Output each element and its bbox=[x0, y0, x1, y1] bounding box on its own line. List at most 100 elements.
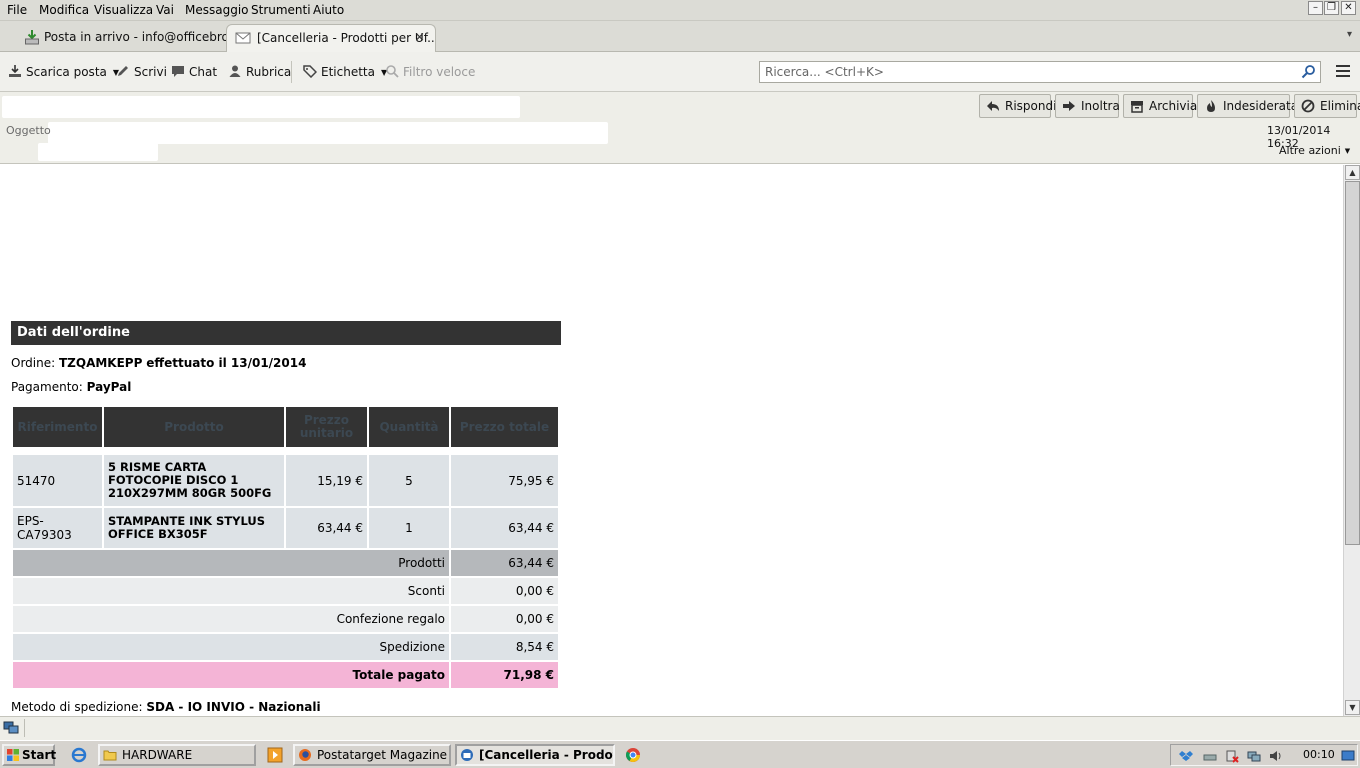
clock: 00:10 bbox=[1303, 748, 1335, 761]
tab-strip: Posta in arrivo - info@officebro... [Can… bbox=[0, 21, 1360, 52]
contacts-icon bbox=[229, 65, 241, 77]
summary-row-products: Prodotti 63,44 € bbox=[13, 550, 558, 576]
taskbar-item-label: [Cancelleria - Prodott... bbox=[479, 748, 613, 762]
status-divider bbox=[24, 719, 25, 737]
scroll-down-icon[interactable]: ▼ bbox=[1345, 700, 1360, 715]
write-button[interactable]: Scrivi bbox=[116, 64, 167, 82]
menu-aiuto[interactable]: Aiuto bbox=[313, 3, 344, 17]
firefox-icon bbox=[299, 749, 311, 761]
archive-button[interactable]: Archivia bbox=[1123, 94, 1197, 118]
search-icon[interactable] bbox=[1301, 64, 1316, 79]
column-header-quantita: Quantità bbox=[369, 407, 449, 447]
tab-inbox[interactable]: Posta in arrivo - info@officebro... bbox=[0, 24, 226, 52]
search-input[interactable]: Ricerca... <Ctrl+K> bbox=[759, 61, 1321, 83]
tab-message[interactable]: [Cancelleria - Prodotti per Uf... × bbox=[226, 24, 436, 52]
restore-window-icon[interactable]: ❐ bbox=[1324, 1, 1339, 15]
menu-vai[interactable]: Vai bbox=[156, 3, 174, 17]
summary-value: 0,00 € bbox=[451, 578, 558, 604]
menu-visualizza[interactable]: Visualizza bbox=[94, 3, 153, 17]
network-icon[interactable] bbox=[1247, 749, 1261, 763]
taskbar-item-thunderbird[interactable]: [Cancelleria - Prodott... bbox=[455, 744, 615, 766]
get-mail-button[interactable]: Scarica posta ▼ bbox=[8, 64, 119, 82]
reply-label: Rispondi bbox=[1005, 99, 1057, 113]
archive-label: Archivia bbox=[1149, 99, 1198, 113]
security-alert-icon[interactable] bbox=[1225, 749, 1239, 763]
block-icon bbox=[1301, 99, 1315, 113]
tab-message-label: [Cancelleria - Prodotti per Uf... bbox=[257, 31, 436, 45]
media-player-icon[interactable] bbox=[267, 747, 283, 763]
menu-messaggio[interactable]: Messaggio bbox=[185, 3, 249, 17]
menu-modifica[interactable]: Modifica bbox=[39, 3, 89, 17]
start-button[interactable]: Start bbox=[2, 744, 56, 766]
table-row: EPS-CA79303 STAMPANTE INK STYLUS OFFICE … bbox=[13, 508, 558, 548]
payment-line: Pagamento: PayPal bbox=[11, 380, 131, 394]
column-header-prodotto: Prodotto bbox=[104, 407, 284, 447]
flame-icon bbox=[1207, 100, 1215, 112]
scroll-up-icon[interactable]: ▲ bbox=[1345, 165, 1360, 180]
close-tab-icon[interactable]: × bbox=[414, 25, 425, 51]
app-menu-icon[interactable] bbox=[1336, 65, 1350, 77]
forward-arrow-icon bbox=[1063, 101, 1075, 111]
get-mail-label: Scarica posta bbox=[26, 65, 107, 79]
taskbar-item-label: Postatarget Magazine - ... bbox=[317, 748, 449, 762]
taskbar-item-hardware[interactable]: HARDWARE bbox=[98, 744, 256, 766]
chat-label: Chat bbox=[189, 65, 218, 79]
shipping-method: SDA - IO INVIO - Nazionali bbox=[146, 700, 321, 714]
download-icon bbox=[9, 65, 21, 77]
summary-row-discounts: Sconti 0,00 € bbox=[13, 578, 558, 604]
junk-button[interactable]: Indesiderata bbox=[1197, 94, 1298, 118]
chat-button[interactable]: Chat bbox=[171, 64, 217, 82]
reply-button[interactable]: Rispondi bbox=[979, 94, 1056, 118]
cell-product: STAMPANTE INK STYLUS OFFICE BX305F bbox=[104, 508, 284, 548]
more-actions-label: Altre azioni bbox=[1279, 144, 1341, 157]
address-book-button[interactable]: Rubrica bbox=[228, 64, 291, 82]
close-window-icon[interactable]: ✕ bbox=[1341, 1, 1356, 15]
cell-qty: 5 bbox=[369, 455, 449, 506]
more-actions-button[interactable]: Altre azioni ▼ bbox=[1279, 144, 1350, 157]
internet-explorer-icon[interactable] bbox=[71, 747, 87, 763]
vertical-scrollbar[interactable]: ▲ ▼ bbox=[1343, 165, 1360, 716]
order-section-title: Dati dell'ordine bbox=[11, 321, 561, 345]
cell-qty: 1 bbox=[369, 508, 449, 548]
tag-label: Etichetta bbox=[321, 65, 375, 79]
summary-row-shipping: Spedizione 8,54 € bbox=[13, 634, 558, 660]
order-prefix: Ordine: bbox=[11, 356, 56, 370]
write-label: Scrivi bbox=[134, 65, 167, 79]
tab-list-chevron-icon[interactable]: ▾ bbox=[1347, 29, 1352, 40]
tag-icon bbox=[303, 65, 317, 78]
chat-bubble-icon bbox=[172, 66, 184, 77]
forward-button[interactable]: Inoltra bbox=[1055, 94, 1120, 118]
delete-button[interactable]: Elimina bbox=[1294, 94, 1360, 118]
summary-label: Prodotti bbox=[13, 550, 449, 576]
cell-unit-price: 15,19 € bbox=[286, 455, 367, 506]
cell-product: 5 RISME CARTA FOTOCOPIE DISCO 1 210X297M… bbox=[104, 455, 284, 506]
shipping-method-line: Metodo di spedizione: SDA - IO INVIO - N… bbox=[11, 700, 321, 714]
status-bar bbox=[0, 716, 1360, 740]
minimize-window-icon[interactable]: – bbox=[1308, 1, 1323, 15]
menu-strumenti[interactable]: Strumenti bbox=[251, 3, 311, 17]
junk-label: Indesiderata bbox=[1223, 99, 1299, 113]
show-desktop-icon[interactable] bbox=[1341, 749, 1355, 763]
quick-filter-label: Filtro veloce bbox=[403, 65, 476, 79]
quick-filter-button[interactable]: Filtro veloce bbox=[385, 64, 475, 82]
dropbox-icon[interactable] bbox=[1179, 749, 1193, 763]
taskbar-item-postatarget[interactable]: Postatarget Magazine - ... bbox=[293, 744, 451, 766]
menu-file[interactable]: File bbox=[7, 3, 27, 17]
cell-ref: EPS-CA79303 bbox=[13, 508, 102, 548]
payment-prefix: Pagamento: bbox=[11, 380, 83, 394]
order-id: TZQAMKEPP bbox=[58, 356, 143, 370]
usb-drive-icon[interactable] bbox=[1203, 749, 1217, 763]
chevron-down-icon: ▼ bbox=[1344, 147, 1351, 155]
order-date: effettuato il 13/01/2014 bbox=[146, 356, 307, 370]
filter-search-icon bbox=[386, 65, 399, 78]
summary-label: Sconti bbox=[13, 578, 449, 604]
table-row: 51470 5 RISME CARTA FOTOCOPIE DISCO 1 21… bbox=[13, 455, 558, 506]
volume-icon[interactable] bbox=[1269, 749, 1283, 763]
system-tray: 00:10 bbox=[1170, 744, 1358, 766]
thunderbird-icon bbox=[461, 749, 473, 761]
chrome-icon[interactable] bbox=[625, 747, 641, 763]
search-placeholder: Ricerca... <Ctrl+K> bbox=[765, 65, 884, 79]
scroll-thumb[interactable] bbox=[1345, 181, 1360, 545]
tag-button[interactable]: Etichetta ▼ bbox=[303, 64, 387, 82]
activity-manager-icon[interactable] bbox=[3, 721, 19, 735]
